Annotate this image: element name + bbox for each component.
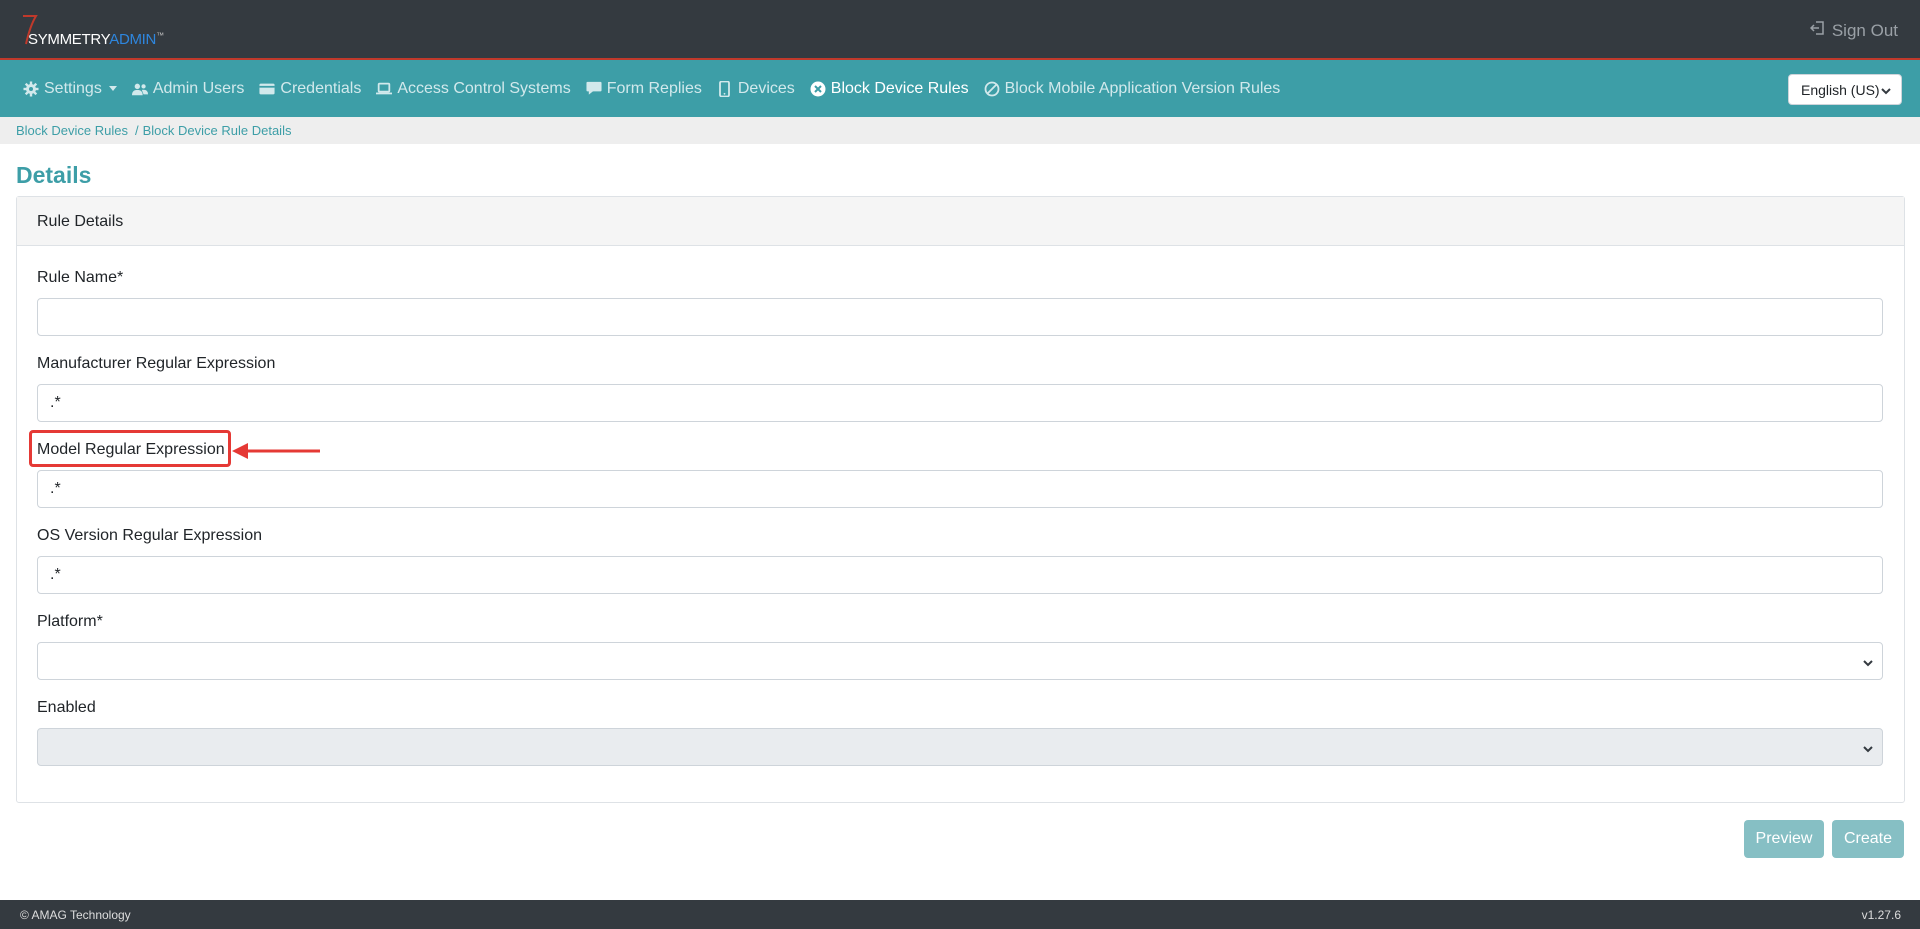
sign-out-button[interactable]: Sign Out: [1809, 20, 1898, 41]
manufacturer-regex-input[interactable]: .*: [37, 384, 1883, 422]
nav-credentials[interactable]: Credentials: [259, 80, 361, 98]
nav-devices-label: Devices: [737, 79, 795, 97]
users-icon: [131, 81, 148, 97]
breadcrumb-link-block-device-rules[interactable]: Block Device Rules: [16, 123, 128, 138]
os-version-regex-label: OS Version Regular Expression: [37, 527, 262, 544]
platform-select[interactable]: [37, 642, 1883, 680]
main-navbar: Settings Admin Users Credentials Access …: [0, 60, 1920, 117]
gear-icon: [23, 81, 39, 97]
nav-settings[interactable]: Settings: [23, 80, 117, 98]
chevron-down-icon: [1880, 84, 1892, 100]
card-header: Rule Details: [17, 197, 1904, 246]
nav-block-device-rules[interactable]: Block Device Rules: [810, 80, 969, 98]
page-title: Details: [16, 162, 92, 188]
nav-block-device-rules-label: Block Device Rules: [830, 79, 969, 97]
chevron-down-icon: [108, 86, 117, 91]
nav-settings-label: Settings: [44, 79, 102, 97]
nav-access-control-systems[interactable]: Access Control Systems: [376, 79, 571, 98]
nav-credentials-label: Credentials: [280, 79, 362, 97]
preview-button[interactable]: Preview: [1744, 820, 1824, 858]
nav-access-control-systems-label: Access Control Systems: [397, 79, 571, 97]
footer: © AMAG Technology v1.27.6: [0, 900, 1920, 929]
footer-copyright: © AMAG Technology: [20, 908, 131, 922]
enabled-select[interactable]: [37, 728, 1883, 766]
nav-devices[interactable]: Devices: [717, 80, 795, 98]
rule-name-label: Rule Name*: [37, 269, 124, 286]
language-select-value: English (US): [1801, 81, 1880, 98]
enabled-label: Enabled: [37, 699, 96, 716]
nav-admin-users-label: Admin Users: [152, 79, 245, 97]
model-regex-input[interactable]: .*: [37, 470, 1883, 508]
chevron-down-icon: [1862, 742, 1874, 760]
os-version-regex-input[interactable]: .*: [37, 556, 1883, 594]
card-icon: [259, 81, 275, 97]
logo-text-main: SYMMETRY: [28, 31, 110, 48]
sign-out-label: Sign Out: [1831, 20, 1898, 40]
nav-form-replies[interactable]: Form Replies: [586, 80, 702, 98]
comment-icon: [586, 81, 602, 97]
language-select[interactable]: English (US): [1788, 74, 1902, 105]
x-circle-icon: [810, 81, 826, 97]
ban-icon: [984, 81, 1000, 97]
breadcrumb-separator: /: [135, 123, 139, 138]
chevron-down-icon: [1862, 656, 1874, 674]
platform-label: Platform*: [37, 613, 103, 630]
logo-text-accent: ADMIN: [109, 31, 157, 48]
nav-block-mobile-app-version-rules-label: Block Mobile Application Version Rules: [1004, 79, 1281, 97]
manufacturer-regex-label: Manufacturer Regular Expression: [37, 355, 276, 372]
breadcrumb: Block Device Rules / Block Device Rule D…: [0, 117, 1920, 144]
laptop-icon: [376, 81, 393, 97]
nav-form-replies-label: Form Replies: [606, 79, 702, 97]
sign-out-icon: [1809, 20, 1826, 41]
logo-trademark: ™: [156, 31, 164, 40]
breadcrumb-current[interactable]: Block Device Rule Details: [143, 123, 292, 138]
annotation-arrow-icon: [232, 443, 320, 459]
symmetry-admin-logo: SYMMETRYADMIN™: [20, 14, 170, 50]
rule-name-input[interactable]: [37, 298, 1883, 336]
top-bar: SYMMETRYADMIN™ Sign Out: [0, 0, 1920, 60]
footer-version: v1.27.6: [1861, 908, 1901, 922]
nav-admin-users[interactable]: Admin Users: [131, 79, 245, 98]
create-button[interactable]: Create: [1832, 820, 1904, 858]
nav-block-mobile-app-version-rules[interactable]: Block Mobile Application Version Rules: [984, 79, 1281, 98]
phone-icon: [717, 80, 733, 97]
annotation-highlight-box: [29, 430, 231, 467]
